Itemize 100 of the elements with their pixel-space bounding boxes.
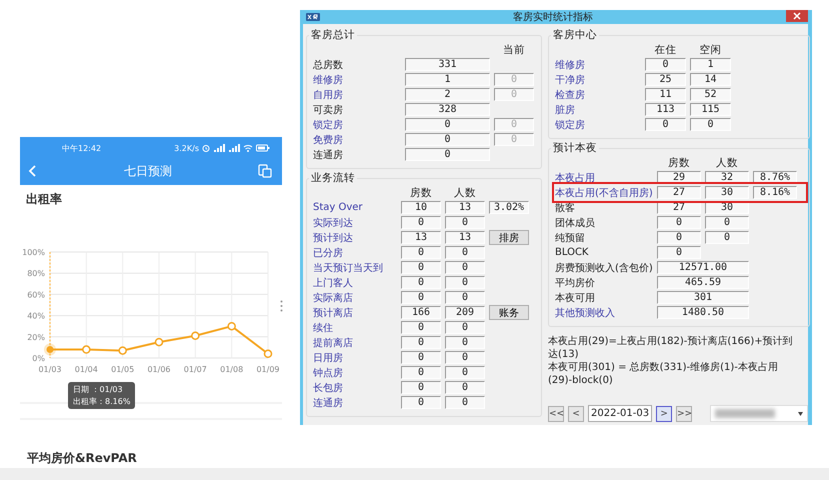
column-heading: 房数 [409, 186, 433, 200]
axis-label: 40% [27, 312, 45, 321]
section-title: 出租率 [26, 191, 63, 208]
value-field: 52 [690, 88, 731, 101]
column-heading: 人数 [453, 186, 477, 200]
row-link[interactable]: 本夜占用 [555, 170, 653, 184]
nav-button[interactable]: << [548, 406, 564, 422]
value-field: 0 [657, 231, 701, 244]
group-title: 业务流转 [310, 171, 356, 185]
nav-button[interactable]: > [656, 406, 672, 422]
row-label: 纯预留 [555, 232, 586, 244]
value-field: 0 [657, 216, 701, 229]
row-link[interactable]: 预计离店 [313, 306, 397, 320]
row-label: 团体成员 [555, 216, 596, 230]
value-field: 113 [645, 103, 686, 116]
row-label: 可卖房 [313, 104, 344, 116]
row-link[interactable]: 续住 [313, 320, 397, 334]
row-link[interactable]: 本夜占用(不含自用房) [555, 186, 653, 200]
row-link[interactable]: 长包房 [313, 380, 397, 394]
nav-button[interactable]: >> [676, 406, 692, 422]
formula-note: 本夜可用(301) = 总房数(331)-维修房(1)-本夜占用(29)-block(0) [548, 361, 779, 387]
value-field: 10 [401, 201, 441, 214]
nav-button[interactable]: < [568, 406, 584, 422]
axis-label: 0% [32, 354, 45, 363]
row-label: 连通房 [313, 148, 344, 162]
value-field: 0 [401, 396, 441, 409]
row-label: 散客 [555, 202, 576, 214]
screen-title: 七日预测 [124, 162, 172, 180]
value-field: 166 [401, 306, 441, 319]
row-link[interactable]: Stay Over [313, 202, 397, 213]
row-link[interactable]: 维修房 [555, 58, 641, 72]
status-time: 中午12:42 [62, 142, 102, 154]
axis-label: 01/09 [256, 365, 280, 374]
axis-label: 01/03 [38, 365, 62, 374]
row-link[interactable]: 干净房 [555, 72, 641, 86]
value-field: 0 [401, 381, 441, 394]
row-link[interactable]: 已分房 [313, 246, 397, 260]
row-link[interactable]: 免费房 [313, 132, 401, 146]
row-label: 平均房价 [555, 276, 596, 290]
column-heading: 在住 [654, 42, 678, 56]
row-label: 本夜可用 [555, 292, 596, 304]
row-label: BLOCK [555, 247, 590, 258]
caret-icon[interactable] [798, 412, 804, 416]
row-link[interactable]: 锁定房 [313, 118, 401, 132]
row-link[interactable]: 自用房 [313, 88, 401, 102]
row-link[interactable]: 连通房 [313, 396, 397, 410]
tooltip-text: 出租率：8.16% [73, 396, 130, 407]
column-heading: 空闲 [698, 42, 722, 56]
column-heading: 人数 [715, 156, 739, 170]
row-link[interactable]: 实际离店 [313, 290, 397, 304]
value-field: 11 [645, 88, 686, 101]
app-icon [306, 12, 320, 22]
action-button[interactable]: 账务 [489, 305, 529, 320]
network-speed: 3.2K/s [174, 144, 199, 152]
value-field: 115 [690, 103, 731, 116]
value-field: 0 [445, 351, 485, 364]
window-title: 客房实时统计指标 [512, 10, 594, 24]
row-link[interactable]: 上门客人 [313, 276, 397, 290]
value-field: 0 [445, 276, 485, 289]
value-field: 27 [657, 186, 701, 199]
formula-note: 本夜占用(29)=上夜占用(182)-预计离店(166)+预计到达(13) [548, 335, 793, 361]
value-field: 0 [494, 133, 534, 146]
row-link[interactable]: 锁定房 [555, 118, 641, 132]
value-field: 0 [405, 148, 490, 161]
value-field: 0 [445, 216, 485, 229]
more-icon[interactable] [280, 300, 283, 312]
value-field: 465.59 [657, 276, 749, 289]
value-field: 1 [405, 73, 490, 86]
row-link[interactable]: 其他预测收入 [555, 306, 653, 320]
wifi-icon [243, 144, 253, 152]
close-button[interactable] [786, 10, 808, 22]
tooltip-text: 日期 ：01/03 [73, 384, 124, 395]
date-field[interactable]: 2022-01-03 [588, 405, 652, 422]
row-link[interactable]: 维修房 [313, 72, 401, 86]
action-button[interactable]: 排房 [489, 230, 529, 245]
value-field: 0 [401, 261, 441, 274]
value-field: 0 [401, 366, 441, 379]
row-link[interactable]: 提前离店 [313, 336, 397, 350]
copy-icon[interactable] [258, 164, 272, 178]
row-link[interactable]: 日用房 [313, 350, 397, 364]
group-title: 客房中心 [552, 28, 598, 42]
row-link[interactable]: 脏房 [555, 102, 641, 116]
value-field: 0 [401, 336, 441, 349]
value-field: 2 [405, 88, 490, 101]
row-link[interactable]: 检查房 [555, 88, 641, 102]
value-field: 0 [445, 321, 485, 334]
value-field: 0 [690, 118, 731, 131]
value-field: 0 [445, 366, 485, 379]
alarm-icon [202, 144, 210, 152]
row-link[interactable]: 钟点房 [313, 366, 397, 380]
axis-label: 60% [27, 290, 45, 300]
value-field: 0 [705, 216, 749, 229]
value-field: 0 [657, 246, 701, 259]
row-link[interactable]: 实际到达 [313, 216, 397, 230]
value-field: 13 [445, 231, 485, 244]
back-icon[interactable] [28, 164, 38, 178]
blurred-text [715, 409, 776, 418]
row-link[interactable]: 预计到达 [313, 230, 397, 244]
row-link[interactable]: 当天预订当天到 [313, 260, 397, 274]
close-icon[interactable] [793, 12, 801, 20]
